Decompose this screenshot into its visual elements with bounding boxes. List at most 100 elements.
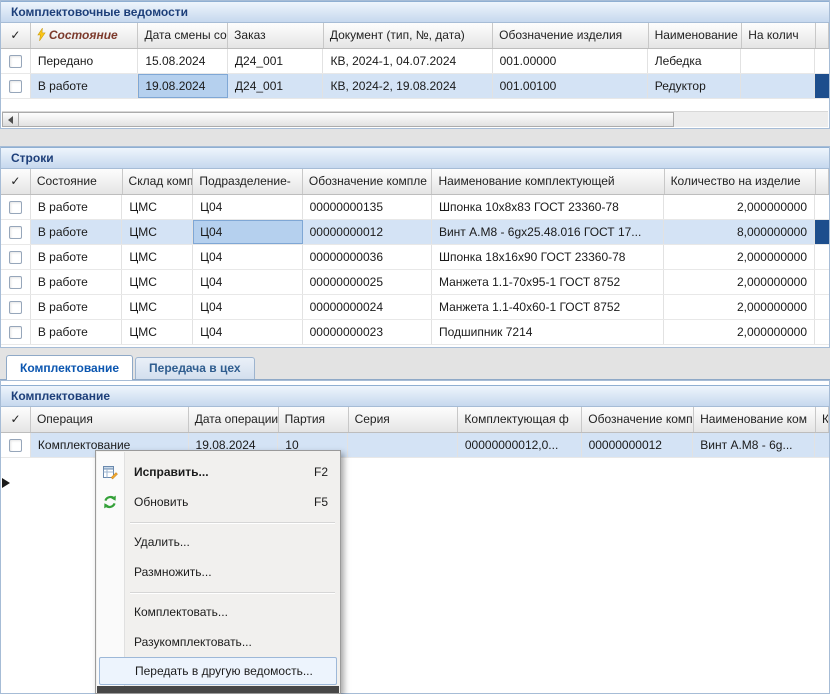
cell[interactable]: В работе — [31, 295, 123, 319]
menu-item-peredat-v-druguyu-vedomost[interactable]: Передать в другую ведомость... — [99, 657, 337, 685]
row-checkbox[interactable] — [9, 301, 22, 314]
menu-item-obnovit[interactable]: Обновить F5 — [96, 487, 340, 517]
column-header-stub[interactable]: К — [816, 407, 829, 432]
cell[interactable]: Ц04 — [193, 245, 302, 269]
cell[interactable]: 2,000000000 — [664, 195, 815, 219]
tab-komplektovanie[interactable]: Комплектование — [6, 355, 133, 380]
cell[interactable]: 00000000135 — [303, 195, 432, 219]
cell[interactable]: ЦМС — [122, 270, 193, 294]
table-row[interactable]: Передано 15.08.2024 Д24_001 КВ, 2024-1, … — [1, 49, 829, 74]
cell[interactable]: 2,000000000 — [664, 270, 815, 294]
cell[interactable]: Д24_001 — [228, 74, 324, 98]
cell[interactable]: В работе — [31, 195, 123, 219]
cell[interactable]: Винт А.М8 - 6g... — [693, 433, 815, 457]
cell[interactable]: 001.00000 — [493, 49, 648, 73]
cell[interactable] — [348, 433, 458, 457]
cell-focused[interactable]: 19.08.2024 — [138, 74, 228, 98]
column-header-data-smeny[interactable]: Дата смены сост — [138, 23, 228, 48]
cell[interactable]: Винт А.М8 - 6gx25.48.016 ГОСТ 17... — [432, 220, 664, 244]
row-checkbox[interactable] — [9, 326, 22, 339]
table-row[interactable]: В работе ЦМС Ц04 00000000025 Манжета 1.1… — [1, 270, 829, 295]
menu-item-razukomplektovat[interactable]: Разукомплектовать... — [96, 627, 340, 657]
cell[interactable]: ЦМС — [122, 320, 193, 344]
horizontal-scrollbar[interactable] — [2, 111, 828, 127]
column-header-kolichestvo[interactable]: Количество на изделие — [665, 169, 816, 194]
cell[interactable]: 00000000036 — [303, 245, 432, 269]
menu-item-ispravit[interactable]: Исправить... F2 — [96, 457, 340, 487]
select-all-header[interactable]: ✓ — [1, 23, 31, 48]
column-header-podrazdelenie[interactable]: Подразделение- — [193, 169, 303, 194]
cell[interactable]: В работе — [31, 74, 138, 98]
cell[interactable]: Шпонка 10x8x83 ГОСТ 23360-78 — [432, 195, 664, 219]
cell[interactable]: Д24_001 — [228, 49, 324, 73]
cell[interactable]: 2,000000000 — [664, 295, 815, 319]
cell[interactable]: В работе — [31, 320, 123, 344]
column-header-naimenovanie[interactable]: Наименование комплектующей — [432, 169, 664, 194]
table-row[interactable]: В работе ЦМС Ц04 00000000036 Шпонка 18x1… — [1, 245, 829, 270]
column-header-operaciya[interactable]: Операция — [31, 407, 189, 432]
column-header-oboznachenie[interactable]: Обозначение комп — [582, 407, 694, 432]
cell[interactable]: ЦМС — [122, 295, 193, 319]
cell[interactable]: Манжета 1.1-40x60-1 ГОСТ 8752 — [432, 295, 664, 319]
menu-item-udalit[interactable]: Удалить... — [96, 527, 340, 557]
row-checkbox[interactable] — [9, 55, 22, 68]
cell[interactable]: 2,000000000 — [664, 320, 815, 344]
column-header-naimenovanie[interactable]: Наименование ком — [694, 407, 816, 432]
table-row[interactable]: В работе ЦМС Ц04 00000000135 Шпонка 10x8… — [1, 195, 829, 220]
cell[interactable]: 2,000000000 — [664, 245, 815, 269]
cell[interactable]: Ц04 — [193, 195, 302, 219]
cell-focused[interactable]: Ц04 — [193, 220, 302, 244]
cell[interactable]: Передано — [31, 49, 138, 73]
column-header-seriya[interactable]: Серия — [349, 407, 459, 432]
cell[interactable]: В работе — [31, 245, 123, 269]
select-all-header[interactable]: ✓ — [1, 407, 31, 432]
table-row[interactable]: В работе ЦМС Ц04 00000000023 Подшипник 7… — [1, 320, 829, 345]
table-row-selected[interactable]: В работе 19.08.2024 Д24_001 КВ, 2024-2, … — [1, 74, 829, 99]
cell[interactable]: Редуктор — [648, 74, 742, 98]
row-checkbox[interactable] — [9, 251, 22, 264]
row-checkbox[interactable] — [9, 439, 22, 452]
column-header-dokument[interactable]: Документ (тип, №, дата) — [324, 23, 493, 48]
column-header-sostoyanie[interactable]: Состояние — [31, 169, 123, 194]
column-header-data-operacii[interactable]: Дата операции — [189, 407, 279, 432]
cell[interactable]: 15.08.2024 — [138, 49, 228, 73]
cell[interactable]: 001.00100 — [493, 74, 648, 98]
cell[interactable]: 8,000000000 — [664, 220, 815, 244]
menu-item-komplektovat[interactable]: Комплектовать... — [96, 597, 340, 627]
cell[interactable]: ЦМС — [122, 195, 193, 219]
cell[interactable]: КВ, 2024-1, 04.07.2024 — [323, 49, 492, 73]
cell[interactable]: 00000000012 — [582, 433, 694, 457]
cell[interactable]: Шпонка 18x16x90 ГОСТ 23360-78 — [432, 245, 664, 269]
cell[interactable]: Ц04 — [193, 295, 302, 319]
column-header-zakaz[interactable]: Заказ — [228, 23, 324, 48]
cell[interactable]: 00000000023 — [303, 320, 432, 344]
row-checkbox[interactable] — [9, 80, 22, 93]
table-row-selected[interactable]: В работе ЦМС Ц04 00000000012 Винт А.М8 -… — [1, 220, 829, 245]
cell[interactable]: 00000000024 — [303, 295, 432, 319]
cell[interactable] — [741, 74, 815, 98]
column-header-naimenovanie[interactable]: Наименование изд — [649, 23, 743, 48]
cell[interactable] — [741, 49, 815, 73]
cell[interactable]: 00000000025 — [303, 270, 432, 294]
column-header-na-kolich[interactable]: На колич — [742, 23, 816, 48]
row-checkbox[interactable] — [9, 201, 22, 214]
cell[interactable]: Ц04 — [193, 320, 302, 344]
menu-item-razmnozhit[interactable]: Размножить... — [96, 557, 340, 587]
row-checkbox[interactable] — [9, 276, 22, 289]
column-header-oboznachenie[interactable]: Обозначение изделия — [493, 23, 648, 48]
scroll-left-button[interactable] — [2, 112, 19, 127]
cell[interactable]: КВ, 2024-2, 19.08.2024 — [323, 74, 492, 98]
select-all-header[interactable]: ✓ — [1, 169, 31, 194]
column-header-sklad[interactable]: Склад комп — [123, 169, 194, 194]
cell[interactable]: 00000000012 — [303, 220, 432, 244]
table-row[interactable]: В работе ЦМС Ц04 00000000024 Манжета 1.1… — [1, 295, 829, 320]
cell[interactable]: В работе — [31, 220, 123, 244]
scrollbar-thumb[interactable] — [19, 112, 674, 127]
cell[interactable]: ЦМС — [122, 245, 193, 269]
column-header-oboznachenie[interactable]: Обозначение компле — [303, 169, 433, 194]
row-checkbox[interactable] — [9, 226, 22, 239]
cell[interactable]: Манжета 1.1-70x95-1 ГОСТ 8752 — [432, 270, 664, 294]
cell[interactable]: В работе — [31, 270, 123, 294]
column-header-partiya[interactable]: Партия — [279, 407, 349, 432]
cell[interactable]: Ц04 — [193, 270, 302, 294]
